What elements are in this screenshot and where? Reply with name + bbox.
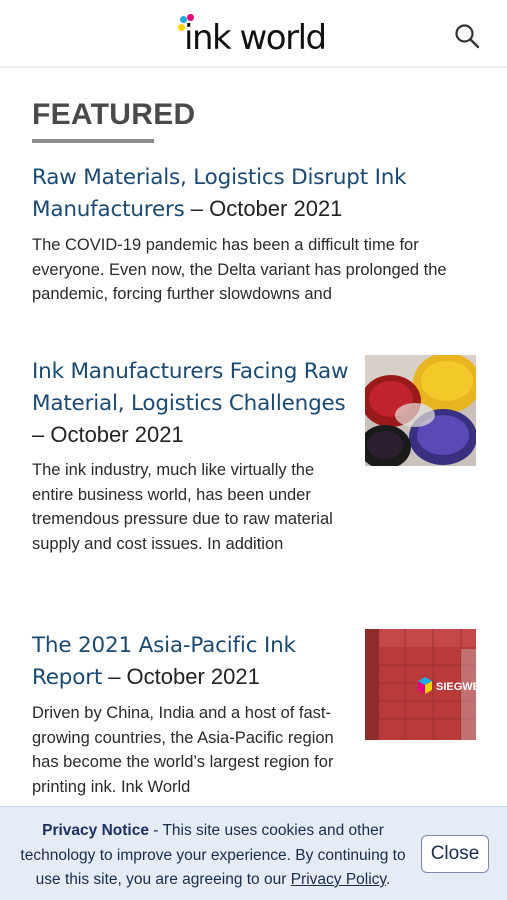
site-header: ink world [0,0,507,68]
article-item: The 2021 Asia-Pacific Ink Report – Octob… [32,629,350,799]
article-headline: The 2021 Asia-Pacific Ink Report – Octob… [32,629,350,693]
logo-wordmark: ink world [184,18,327,58]
article-date: – October 2021 [32,422,184,447]
search-button[interactable] [453,22,481,50]
article-title-link[interactable]: Ink Manufacturers Facing Raw Material, L… [32,359,349,416]
article-thumbnail[interactable] [365,355,476,466]
article-item: Ink Manufacturers Facing Raw Material, L… [32,355,350,556]
article-headline: Ink Manufacturers Facing Raw Material, L… [32,355,350,450]
privacy-notice-label: Privacy Notice [42,822,149,839]
article-item: Raw Materials, Logistics Disrupt Ink Man… [32,161,482,307]
pigment-bowls-image [365,355,476,466]
ink-world-logo[interactable]: ink world [178,14,333,58]
article-headline: Raw Materials, Logistics Disrupt Ink Man… [32,161,482,225]
article-excerpt: The ink industry, much like virtually th… [32,461,333,553]
close-button[interactable]: Close [421,835,489,873]
section-title-underline [32,139,154,143]
article-excerpt: The COVID-19 pandemic has been a difficu… [32,236,447,303]
section-title: FEATURED [32,98,196,131]
privacy-notice-text: Privacy Notice - This site uses cookies … [18,819,408,893]
article-date: – October 2021 [102,664,260,689]
article-thumbnail[interactable]: SIEGWERK [365,629,476,740]
search-icon [455,24,480,49]
siegwerk-building-image: SIEGWERK [365,629,476,740]
article-excerpt: Driven by China, India and a host of fas… [32,704,334,796]
privacy-policy-link[interactable]: Privacy Policy [291,871,386,888]
building-sign-text: SIEGWERK [436,681,476,693]
privacy-notice-end: . [386,871,391,888]
privacy-notice-banner: Privacy Notice - This site uses cookies … [0,806,507,900]
article-date: – October 2021 [184,196,343,221]
